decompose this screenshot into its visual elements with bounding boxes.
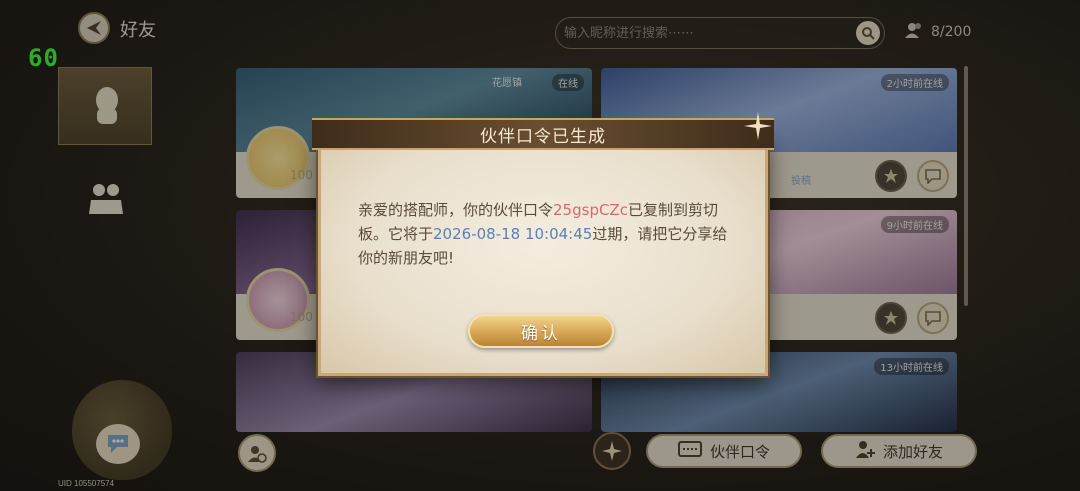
dialog-header: 伙伴口令已生成 bbox=[312, 118, 774, 150]
star-ornament-icon bbox=[744, 112, 772, 140]
partner-code-dialog: 伙伴口令已生成 亲爱的搭配师，你的伙伴口令25gspCZc已复制到剪切板。它将于… bbox=[312, 112, 774, 376]
dialog-title: 伙伴口令已生成 bbox=[480, 126, 606, 147]
expiry-time: 2026-08-18 10:04:45 bbox=[433, 225, 593, 243]
partner-code-value: 25gspCZc bbox=[553, 201, 628, 219]
confirm-label: 确认 bbox=[521, 323, 561, 344]
message-part-1: 亲爱的搭配师，你的伙伴口令 bbox=[358, 201, 554, 219]
dialog-message: 亲爱的搭配师，你的伙伴口令25gspCZc已复制到剪切板。它将于2026-08-… bbox=[358, 198, 728, 270]
confirm-button[interactable]: 确认 bbox=[468, 314, 614, 348]
